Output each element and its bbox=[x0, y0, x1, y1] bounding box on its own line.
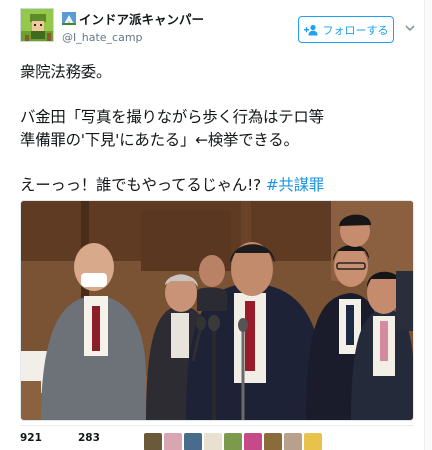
liker-avatar[interactable] bbox=[264, 433, 282, 450]
user-info[interactable]: インドア派キャンパー @I_hate_camp bbox=[62, 9, 204, 44]
pixel-camper-avatar-icon bbox=[21, 9, 53, 41]
liker-avatar[interactable] bbox=[224, 433, 242, 450]
tweet-header: インドア派キャンパー @I_hate_camp フォローする bbox=[0, 0, 432, 56]
liker-avatar[interactable] bbox=[204, 433, 222, 450]
tweet-stats: 921 283 bbox=[20, 428, 430, 450]
hashtag-link[interactable]: #共謀罪 bbox=[266, 176, 324, 194]
follow-button-label: フォローする bbox=[322, 23, 389, 37]
retweet-count[interactable]: 921 bbox=[20, 432, 42, 444]
tweet-line-text: えーっっ！誰でもやってるじゃん!? bbox=[20, 175, 266, 194]
tweet-photo[interactable] bbox=[20, 200, 414, 421]
liker-avatar[interactable] bbox=[284, 433, 302, 450]
tweet-text: 衆院法務委。 バ金田「写真を撮りながら歩く行為はテロ等 準備罪の'下見'にあたる… bbox=[20, 61, 420, 196]
user-handle[interactable]: @I_hate_camp bbox=[62, 31, 204, 44]
tweet-line: えーっっ！誰でもやってるじゃん!? #共謀罪 bbox=[20, 174, 420, 197]
page-scrollbar[interactable] bbox=[424, 0, 432, 450]
tent-icon bbox=[62, 12, 76, 25]
liker-avatar[interactable] bbox=[144, 433, 162, 450]
liker-avatars bbox=[144, 433, 322, 450]
person-plus-icon bbox=[303, 24, 317, 35]
chevron-down-icon[interactable] bbox=[404, 22, 416, 34]
display-name-text: インドア派キャンパー bbox=[79, 12, 205, 27]
avatar[interactable] bbox=[20, 8, 54, 42]
tweet-line: 準備罪の'下見'にあたる」←検挙できる。 bbox=[20, 130, 299, 149]
liker-avatar[interactable] bbox=[304, 433, 322, 450]
follow-button[interactable]: フォローする bbox=[298, 16, 394, 43]
display-name[interactable]: インドア派キャンパー bbox=[62, 9, 204, 28]
liker-avatar[interactable] bbox=[164, 433, 182, 450]
like-count[interactable]: 283 bbox=[78, 432, 100, 444]
tweet-line: バ金田「写真を撮りながら歩く行為はテロ等 bbox=[20, 108, 324, 126]
liker-avatar[interactable] bbox=[184, 433, 202, 450]
footer-divider bbox=[20, 425, 414, 426]
tweet-line: 衆院法務委。 bbox=[20, 63, 112, 81]
liker-avatar[interactable] bbox=[244, 433, 262, 450]
committee-hearing-photo bbox=[21, 201, 413, 420]
